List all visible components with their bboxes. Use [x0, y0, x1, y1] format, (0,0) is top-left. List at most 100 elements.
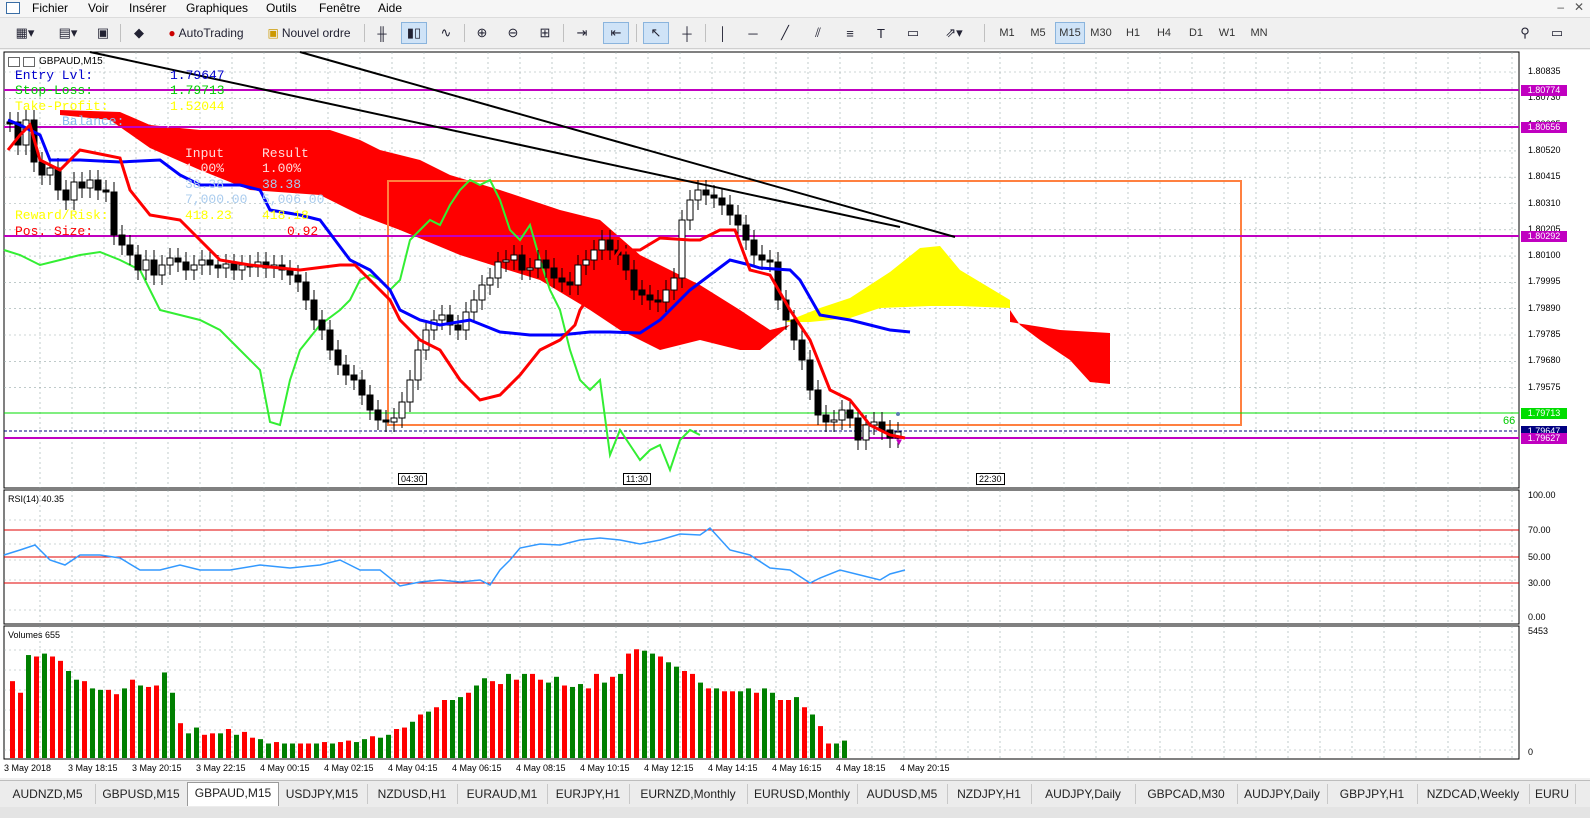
chart-tab[interactable]: USDJPY,M15 — [277, 784, 368, 804]
search-icon[interactable]: ⚲ — [1514, 22, 1536, 44]
volume-bar — [186, 733, 191, 758]
cursor-icon[interactable]: ↖ — [643, 22, 669, 44]
tf-h1[interactable]: H1 — [1118, 22, 1148, 44]
volume-bar — [818, 726, 823, 758]
volume-bar — [554, 676, 559, 758]
bar-chart-icon[interactable]: ╫ — [370, 22, 394, 44]
candle-body — [678, 219, 686, 279]
chart-tab[interactable]: EURU — [1529, 784, 1576, 804]
candle-body — [638, 289, 646, 296]
volume-bar — [242, 731, 247, 758]
zoom-in-icon[interactable]: ⊕ — [470, 22, 494, 44]
volume-bar — [362, 739, 367, 758]
minimize-button[interactable]: – — [1557, 0, 1564, 14]
market-watch-icon[interactable]: ▣ — [92, 22, 114, 44]
chart-tab[interactable]: EURNZD,Monthly — [629, 784, 748, 804]
menu-voir[interactable]: Voir — [88, 1, 109, 16]
reward-result: 5,006.00 — [262, 192, 325, 207]
auto-scroll-icon[interactable]: ⇥ — [570, 22, 594, 44]
chart-tab[interactable]: AUDJPY,Daily — [1031, 784, 1136, 804]
tf-d1[interactable]: D1 — [1181, 22, 1211, 44]
volume-bar — [170, 692, 175, 758]
price-axis-label: 1.79575 — [1528, 381, 1561, 392]
chart-tab[interactable]: GBPUSD,M15 — [95, 784, 188, 804]
menu-outils[interactable]: Outils — [266, 1, 297, 16]
new-chart-icon[interactable]: ▦▾ — [8, 22, 42, 44]
menu-graphiques[interactable]: Graphiques — [186, 1, 248, 16]
horizontal-line-icon[interactable]: ─ — [742, 22, 764, 44]
volume-bar — [10, 681, 15, 758]
autotrading-button[interactable]: ● AutoTrading — [160, 22, 252, 44]
meta-editor-icon[interactable]: ◆ — [128, 22, 150, 44]
volume-bar — [754, 692, 759, 758]
volume-bar — [602, 682, 607, 758]
menu-bar: Fichier Voir Insérer Graphiques Outils F… — [0, 0, 1590, 18]
chart-tab[interactable]: AUDNZD,M5 — [0, 784, 96, 804]
text-label-icon[interactable]: ▭ — [902, 22, 924, 44]
trendline-icon[interactable]: ╱ — [774, 22, 796, 44]
chart-shift-icon[interactable]: ⇤ — [603, 22, 629, 44]
autotrading-label: AutoTrading — [178, 26, 244, 40]
tf-m30[interactable]: M30 — [1086, 22, 1116, 44]
candle-body — [646, 294, 654, 301]
menu-fichier[interactable]: Fichier — [32, 1, 68, 16]
chart-tab[interactable]: EURJPY,H1 — [547, 784, 630, 804]
equidistant-channel-icon[interactable]: ⫽ — [806, 22, 830, 44]
fibonacci-icon[interactable]: ≡ — [838, 22, 862, 44]
candle-body — [670, 277, 678, 291]
chart-tab[interactable]: EURUSD,Monthly — [747, 784, 858, 804]
volume-bar — [522, 673, 527, 758]
chart-tab[interactable]: GBPCAD,M30 — [1135, 784, 1238, 804]
menu-inserer[interactable]: Insérer — [129, 1, 166, 16]
time-axis-label: 4 May 18:15 — [836, 763, 886, 773]
tf-h4[interactable]: H4 — [1149, 22, 1179, 44]
volumes-min: 0 — [1528, 747, 1534, 757]
line-chart-icon[interactable]: ∿ — [434, 22, 458, 44]
candle-body — [142, 259, 150, 271]
tile-windows-icon[interactable]: ⊞ — [533, 22, 557, 44]
candle-body — [550, 267, 558, 279]
close-button[interactable]: ✕ — [1574, 0, 1584, 14]
chart-tab[interactable]: NZDJPY,H1 — [947, 784, 1032, 804]
volumes-max: 5453 — [1528, 626, 1549, 636]
chart-tab[interactable]: GBPAUD,M15 — [187, 782, 279, 806]
text-icon[interactable]: T — [870, 22, 892, 44]
tf-m15[interactable]: M15 — [1055, 22, 1085, 44]
chart-tab[interactable]: AUDUSD,M5 — [857, 784, 948, 804]
candle-body — [542, 259, 550, 269]
candle-body — [334, 349, 342, 366]
menu-aide[interactable]: Aide — [378, 1, 402, 16]
candle-body — [318, 319, 326, 331]
chart-tab[interactable]: GBPJPY,H1 — [1327, 784, 1418, 804]
candle-body — [366, 394, 374, 411]
chart-window[interactable]: ▼ Entry Lvl: 1.79647 Stop-Loss: 1.79713 … — [0, 50, 1590, 778]
candle-body — [742, 224, 750, 241]
volume-bar — [210, 733, 215, 758]
chart-tab[interactable]: NZDCAD,Weekly — [1417, 784, 1530, 804]
zoom-out-icon[interactable]: ⊖ — [501, 22, 525, 44]
tf-mn[interactable]: MN — [1244, 22, 1274, 44]
profiles-icon[interactable]: ▤▾ — [50, 22, 86, 44]
chat-icon[interactable]: ▭ — [1546, 22, 1568, 44]
candle-body — [390, 417, 398, 423]
crosshair-icon[interactable]: ┼ — [675, 22, 699, 44]
volume-bar — [762, 688, 767, 758]
menu-fenetre[interactable]: Fenêtre — [319, 1, 360, 16]
arrows-icon[interactable]: ⇗▾ — [934, 22, 974, 44]
candle-body — [798, 339, 806, 361]
volume-bar — [234, 734, 239, 758]
chart-window-icon — [8, 56, 20, 67]
time-axis-label: 3 May 2018 — [4, 763, 52, 773]
chart-tab[interactable]: NZDUSD,H1 — [367, 784, 458, 804]
new-order-button[interactable]: ▣ Nouvel ordre — [260, 22, 358, 44]
candlestick-icon[interactable]: ▮▯ — [401, 22, 427, 44]
volume-bar — [658, 656, 663, 758]
tf-m1[interactable]: M1 — [992, 22, 1022, 44]
tf-w1[interactable]: W1 — [1212, 22, 1242, 44]
vertical-line-icon[interactable]: │ — [712, 22, 734, 44]
volume-bar — [306, 743, 311, 758]
tf-m5[interactable]: M5 — [1023, 22, 1053, 44]
candle-body — [486, 277, 494, 286]
chart-tab[interactable]: AUDJPY,Daily — [1237, 784, 1328, 804]
chart-tab[interactable]: EURAUD,M1 — [457, 784, 548, 804]
